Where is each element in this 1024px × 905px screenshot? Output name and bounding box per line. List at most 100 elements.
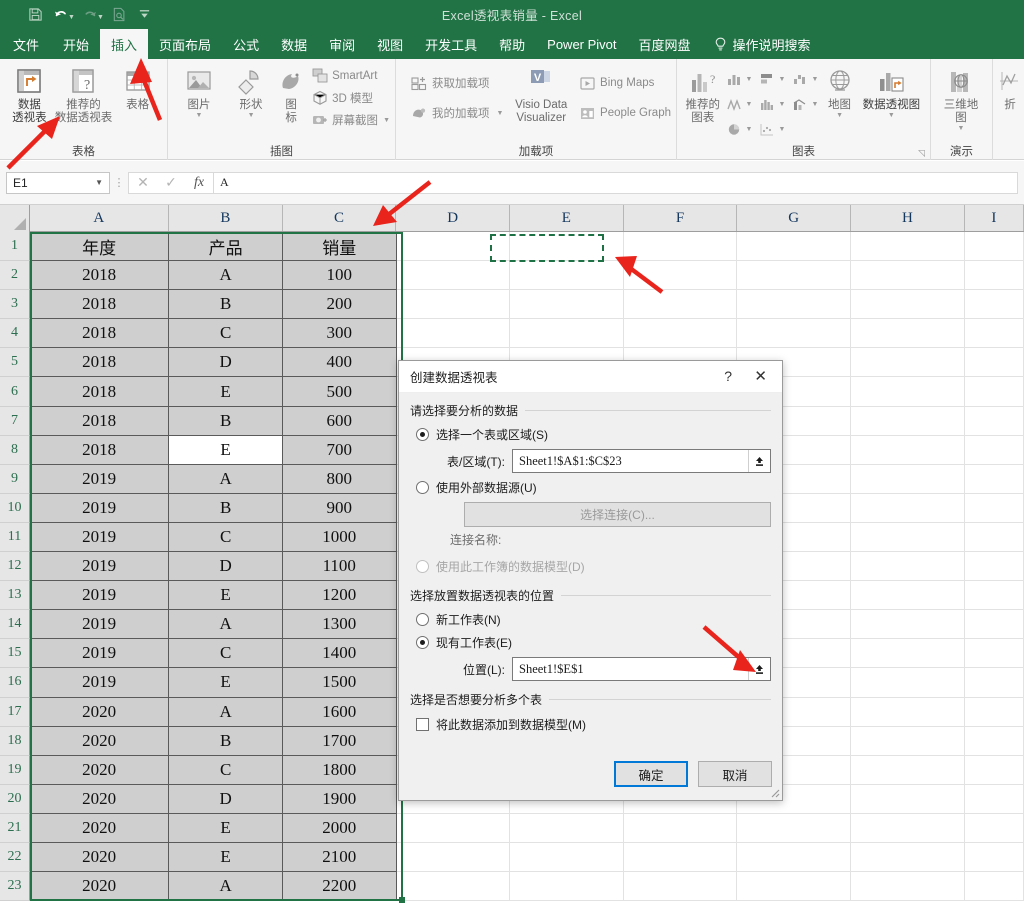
grid-cell-empty[interactable] — [737, 842, 852, 873]
grid-cell-data[interactable]: 2018 — [30, 261, 170, 291]
grid-cell-empty[interactable] — [396, 842, 511, 873]
name-box[interactable]: E1 ▼ — [6, 171, 110, 194]
grid-cell-data[interactable]: D — [169, 552, 283, 582]
row-header[interactable]: 13 — [0, 581, 30, 611]
icons-button[interactable]: 图 标 — [277, 63, 305, 125]
combo-chart-icon[interactable]: ▼ — [789, 92, 821, 116]
grid-cell-data[interactable]: 2020 — [30, 726, 170, 756]
grid-cell-data[interactable]: 1500 — [282, 668, 397, 698]
grid-cell-data[interactable]: 1800 — [282, 755, 397, 785]
grid-cell-empty[interactable] — [396, 261, 511, 291]
grid-cell-empty[interactable] — [964, 581, 1024, 611]
grid-cell-empty[interactable] — [851, 872, 965, 902]
row-header[interactable]: 12 — [0, 552, 30, 582]
grid-cell-empty[interactable] — [851, 813, 965, 843]
row-header[interactable]: 1 — [0, 232, 30, 262]
location-input[interactable]: Sheet1!$E$1 — [512, 657, 771, 681]
tab-power-pivot[interactable]: Power Pivot — [536, 29, 627, 59]
radio-table-range[interactable] — [416, 428, 429, 441]
column-header-D[interactable]: D — [396, 205, 511, 231]
recommended-charts-button[interactable]: ? 推荐的 图表 — [682, 63, 723, 125]
grid-cell-empty[interactable] — [510, 290, 624, 320]
dialog-resize-grip[interactable] — [768, 786, 780, 798]
select-all-corner[interactable] — [0, 205, 30, 232]
scatter-line-dropdown-icon[interactable]: ▼ — [745, 101, 752, 108]
radio-new-sheet[interactable] — [416, 613, 429, 626]
grid-cell-empty[interactable] — [851, 348, 965, 378]
grid-cell-empty[interactable] — [964, 406, 1024, 436]
pivot-table-button[interactable]: 数据 透视表 — [5, 63, 54, 125]
tab-page-layout[interactable]: 页面布局 — [148, 29, 222, 59]
tab-review[interactable]: 审阅 — [318, 29, 366, 59]
grid-cell-empty[interactable] — [851, 290, 965, 320]
grid-cell-data[interactable]: 1400 — [282, 639, 397, 669]
combo-dropdown-icon[interactable]: ▼ — [811, 101, 818, 108]
grid-cell-empty[interactable] — [737, 319, 852, 349]
tab-data[interactable]: 数据 — [270, 29, 318, 59]
grid-cell-empty[interactable] — [851, 697, 965, 727]
table-button[interactable]: 表格 — [113, 63, 162, 112]
grid-cell-data[interactable]: 2020 — [30, 784, 170, 814]
name-box-dropdown-icon[interactable]: ▼ — [95, 179, 103, 187]
grid-cell-empty[interactable] — [964, 697, 1024, 727]
selection-fill-handle[interactable] — [399, 897, 405, 903]
grid-cell-empty[interactable] — [510, 872, 624, 902]
grid-cell-data[interactable]: 销量 — [282, 232, 397, 262]
radio-row-new-sheet[interactable]: 新工作表(N) — [416, 611, 771, 628]
histogram-dropdown-icon[interactable]: ▼ — [778, 101, 785, 108]
grid-cell-data[interactable]: 900 — [282, 493, 397, 523]
grid-cell-data[interactable]: 1100 — [282, 552, 397, 582]
grid-cell-empty[interactable] — [964, 377, 1024, 407]
row-header[interactable]: 22 — [0, 842, 30, 873]
pivot-chart-button[interactable]: 数据透视图 ▼ — [858, 63, 925, 119]
grid-cell-empty[interactable] — [964, 755, 1024, 785]
column-header-A[interactable]: A — [30, 205, 170, 231]
row-header[interactable]: 5 — [0, 348, 30, 378]
grid-cell-empty[interactable] — [964, 232, 1024, 262]
grid-cell-empty[interactable] — [851, 639, 965, 669]
help-icon[interactable]: ? — [724, 368, 732, 384]
grid-cell-empty[interactable] — [964, 784, 1024, 814]
screenshot-button[interactable]: 屏幕截图 ▼ — [311, 110, 390, 130]
grid-cell-empty[interactable] — [851, 464, 965, 494]
grid-cell-data[interactable]: 2020 — [30, 813, 170, 843]
grid-cell-data[interactable]: E — [169, 435, 283, 465]
grid-cell-data[interactable]: E — [169, 842, 283, 873]
grid-cell-data[interactable]: A — [169, 464, 283, 494]
row-header[interactable]: 21 — [0, 813, 30, 843]
grid-cell-data[interactable]: 1000 — [282, 522, 397, 553]
grid-cell-empty[interactable] — [851, 435, 965, 465]
people-graph-button[interactable]: People Graph — [579, 103, 671, 123]
grid-cell-data[interactable]: 2019 — [30, 610, 170, 640]
grid-cell-empty[interactable] — [964, 493, 1024, 523]
grid-cell-empty[interactable] — [964, 435, 1024, 465]
grid-cell-empty[interactable] — [623, 290, 738, 320]
row-header[interactable]: 7 — [0, 406, 30, 436]
row-header[interactable]: 20 — [0, 784, 30, 814]
grid-cell-data[interactable]: 300 — [282, 319, 397, 349]
redo-dropdown-icon[interactable]: ▼ — [97, 9, 104, 21]
grid-cell-empty[interactable] — [510, 813, 624, 843]
3d-map-button[interactable]: 三维地 图 ▼ — [936, 63, 986, 132]
tab-help[interactable]: 帮助 — [488, 29, 536, 59]
grid-cell-data[interactable]: 2018 — [30, 435, 170, 465]
grid-cell-data[interactable]: 2019 — [30, 581, 170, 611]
grid-cell-empty[interactable] — [737, 872, 852, 902]
bing-maps-button[interactable]: Bing Maps — [579, 73, 671, 93]
grid-cell-data[interactable]: 2018 — [30, 348, 170, 378]
grid-cell-data[interactable]: 2019 — [30, 552, 170, 582]
grid-cell-data[interactable]: 1200 — [282, 581, 397, 611]
grid-cell-empty[interactable] — [851, 784, 965, 814]
grid-cell-empty[interactable] — [737, 232, 852, 262]
grid-cell-data[interactable]: 2018 — [30, 290, 170, 320]
confirm-icon[interactable]: ✓ — [157, 173, 185, 193]
grid-cell-empty[interactable] — [737, 290, 852, 320]
grid-cell-data[interactable]: A — [169, 261, 283, 291]
shapes-button[interactable]: 形状 ▼ — [225, 63, 277, 119]
grid-cell-data[interactable]: 1600 — [282, 697, 397, 727]
grid-cell-data[interactable]: B — [169, 493, 283, 523]
save-icon[interactable] — [22, 2, 48, 27]
row-header[interactable]: 11 — [0, 522, 30, 553]
grid-cell-data[interactable]: E — [169, 377, 283, 407]
waterfall-chart-icon[interactable]: ▼ — [789, 67, 821, 91]
